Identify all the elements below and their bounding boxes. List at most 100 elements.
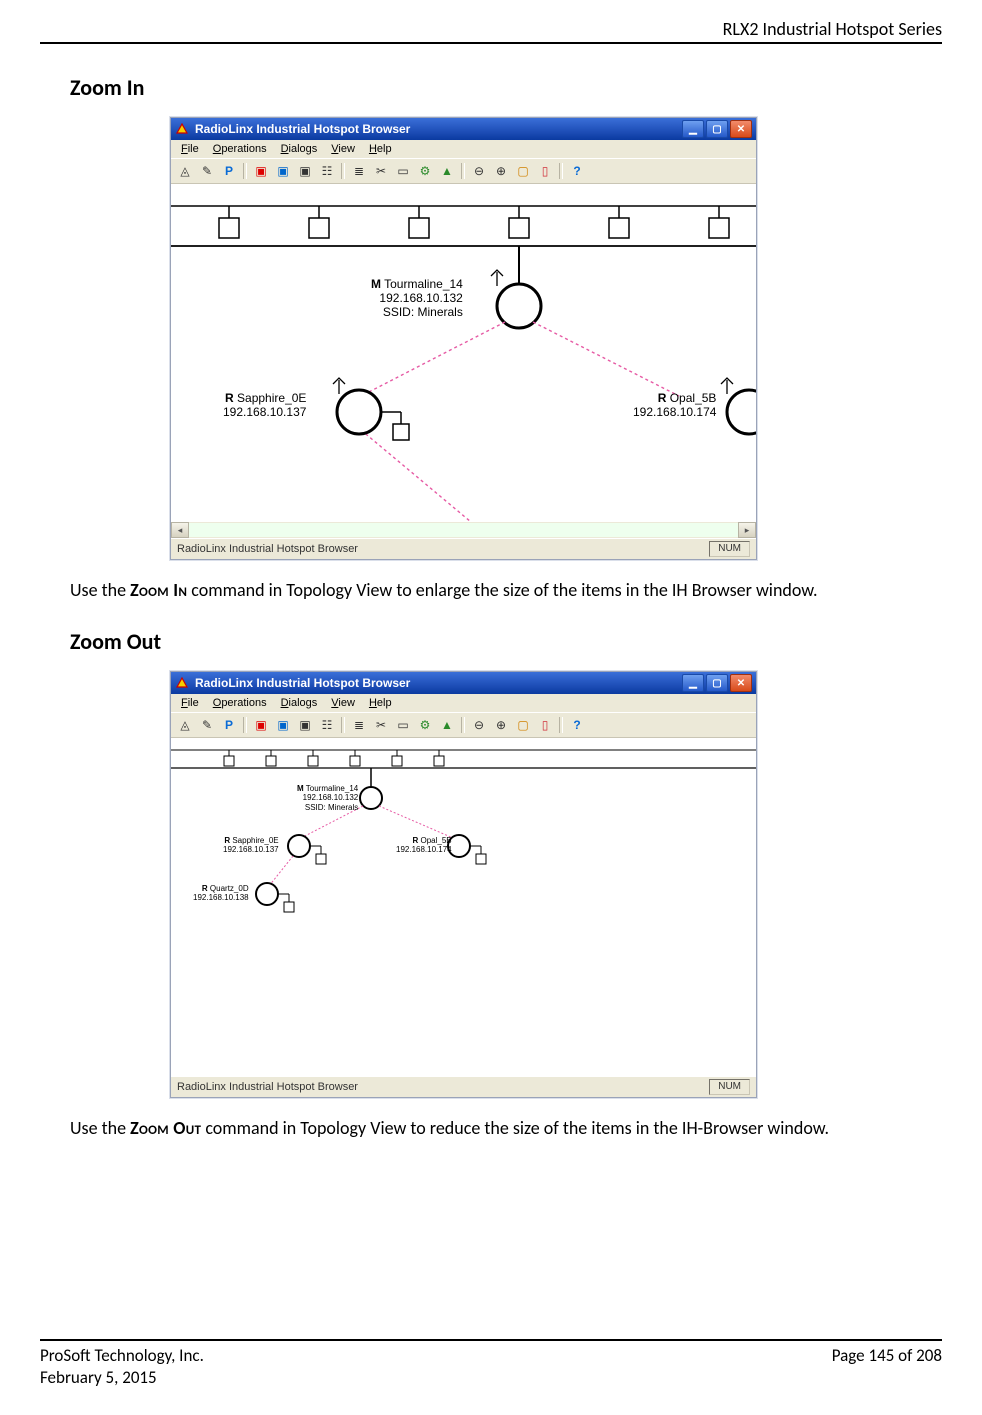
menu-operations[interactable]: Operations <box>213 143 267 155</box>
node-marker: R <box>658 391 667 405</box>
node-name: Sapphire_0E <box>232 836 278 845</box>
menu-help[interactable]: Help <box>369 143 392 155</box>
scrollbar[interactable]: ◂ ▸ <box>171 522 756 538</box>
node-name: Tourmaline_14 <box>384 277 463 291</box>
topology-canvas[interactable]: M Tourmaline_14 192.168.10.132 SSID: Min… <box>171 184 756 522</box>
node-name: Opal_5B <box>670 391 717 405</box>
toolbar-icon[interactable]: ◬ <box>177 717 193 733</box>
node-ip: 192.168.10.137 <box>223 405 306 419</box>
menu-dialogs[interactable]: Dialogs <box>281 143 318 155</box>
running-header: RLX2 Industrial Hotspot Series <box>40 18 942 42</box>
toolbar-icon[interactable]: ▯ <box>537 163 553 179</box>
node-marker: R <box>202 884 208 893</box>
toolbar-icon[interactable]: ▣ <box>297 163 313 179</box>
help-icon[interactable]: ? <box>569 717 585 733</box>
header-rule <box>40 42 942 44</box>
window-close-button[interactable]: ✕ <box>730 120 752 138</box>
node-ip: 192.168.10.174 <box>396 845 452 854</box>
window-title: RadioLinx Industrial Hotspot Browser <box>195 122 410 136</box>
screenshot-zoom-out: RadioLinx Industrial Hotspot Browser ▁ ▢… <box>170 671 757 1098</box>
toolbar-icon[interactable]: ☷ <box>319 163 335 179</box>
toolbar-icon[interactable]: ◬ <box>177 163 193 179</box>
node-name: Sapphire_0E <box>237 391 306 405</box>
status-text: RadioLinx Industrial Hotspot Browser <box>177 1081 358 1093</box>
menu-file[interactable]: File <box>181 143 199 155</box>
toolbar-icon[interactable]: ≣ <box>351 717 367 733</box>
menu-file[interactable]: File <box>181 697 199 709</box>
toolbar: ◬ ✎ P ▣ ▣ ▣ ☷ ≣ ✂ ▭ ⚙ ▲ ⊖ ⊕ ▢ ▯ ? <box>171 712 756 738</box>
footer-page: Page 145 of 208 <box>832 1345 942 1389</box>
node-name: Tourmaline_14 <box>306 784 358 793</box>
toolbar-icon[interactable]: ▭ <box>395 717 411 733</box>
window-minimize-button[interactable]: ▁ <box>682 674 704 692</box>
toolbar-icon[interactable]: ▣ <box>297 717 313 733</box>
toolbar-icon[interactable]: ▲ <box>439 163 455 179</box>
zoom-out-paragraph: Use the Zoom Out command in Topology Vie… <box>70 1116 912 1140</box>
menubar: File Operations Dialogs View Help <box>171 140 756 158</box>
node-ip: 192.168.10.132 <box>379 291 462 305</box>
window-maximize-button[interactable]: ▢ <box>706 674 728 692</box>
zoom-out-icon[interactable]: ⊖ <box>471 717 487 733</box>
node-marker: R <box>225 391 234 405</box>
toolbar-icon[interactable]: ✎ <box>199 163 215 179</box>
footer-company: ProSoft Technology, Inc. <box>40 1345 204 1366</box>
statusbar: RadioLinx Industrial Hotspot Browser NUM <box>171 538 756 559</box>
menubar: File Operations Dialogs View Help <box>171 694 756 712</box>
toolbar-icon[interactable]: ▣ <box>253 717 269 733</box>
footer-date: February 5, 2015 <box>40 1367 157 1388</box>
toolbar-icon[interactable]: ✂ <box>373 163 389 179</box>
page-footer: ProSoft Technology, Inc. February 5, 201… <box>40 1339 942 1389</box>
scroll-right-button[interactable]: ▸ <box>738 522 756 538</box>
window-title: RadioLinx Industrial Hotspot Browser <box>195 676 410 690</box>
window-titlebar: RadioLinx Industrial Hotspot Browser ▁ ▢… <box>171 118 756 140</box>
node-ssid: SSID: Minerals <box>305 803 358 812</box>
toolbar-icon[interactable]: ▢ <box>515 163 531 179</box>
toolbar-icon[interactable]: ✎ <box>199 717 215 733</box>
toolbar-icon[interactable]: ▯ <box>537 717 553 733</box>
node-name: Opal_5B <box>420 836 451 845</box>
toolbar-icon[interactable]: P <box>221 717 237 733</box>
zoom-in-paragraph: Use the Zoom In command in Topology View… <box>70 578 912 602</box>
toolbar-icon[interactable]: ⚙ <box>417 717 433 733</box>
topology-canvas[interactable]: M Tourmaline_14 192.168.10.132 SSID: Min… <box>171 738 756 1076</box>
toolbar-icon[interactable]: ▭ <box>395 163 411 179</box>
toolbar-icon[interactable]: ▣ <box>275 163 291 179</box>
status-num: NUM <box>709 541 750 557</box>
toolbar-icon[interactable]: ▢ <box>515 717 531 733</box>
help-icon[interactable]: ? <box>569 163 585 179</box>
window-close-button[interactable]: ✕ <box>730 674 752 692</box>
toolbar-icon[interactable]: P <box>221 163 237 179</box>
screenshot-zoom-in: RadioLinx Industrial Hotspot Browser ▁ ▢… <box>170 117 757 560</box>
status-text: RadioLinx Industrial Hotspot Browser <box>177 543 358 555</box>
scroll-left-button[interactable]: ◂ <box>171 522 189 538</box>
heading-zoom-out: Zoom Out <box>70 628 912 655</box>
node-ip: 192.168.10.138 <box>193 893 249 902</box>
menu-view[interactable]: View <box>331 143 355 155</box>
toolbar-icon[interactable]: ▣ <box>275 717 291 733</box>
zoom-in-icon[interactable]: ⊕ <box>493 717 509 733</box>
node-name: Quartz_0D <box>210 884 249 893</box>
toolbar-icon[interactable]: ≣ <box>351 163 367 179</box>
menu-dialogs[interactable]: Dialogs <box>281 697 318 709</box>
menu-view[interactable]: View <box>331 697 355 709</box>
status-num: NUM <box>709 1079 750 1095</box>
node-marker: M <box>371 277 381 291</box>
toolbar-icon[interactable]: ✂ <box>373 717 389 733</box>
node-ip: 192.168.10.132 <box>303 793 359 802</box>
node-marker: R <box>412 836 418 845</box>
menu-help[interactable]: Help <box>369 697 392 709</box>
toolbar-icon[interactable]: ⚙ <box>417 163 433 179</box>
toolbar-icon[interactable]: ☷ <box>319 717 335 733</box>
menu-operations[interactable]: Operations <box>213 697 267 709</box>
zoom-out-icon[interactable]: ⊖ <box>471 163 487 179</box>
node-marker: R <box>224 836 230 845</box>
toolbar-icon[interactable]: ▣ <box>253 163 269 179</box>
window-maximize-button[interactable]: ▢ <box>706 120 728 138</box>
node-marker: M <box>297 784 304 793</box>
toolbar-icon[interactable]: ▲ <box>439 717 455 733</box>
window-minimize-button[interactable]: ▁ <box>682 120 704 138</box>
node-ip: 192.168.10.137 <box>223 845 279 854</box>
zoom-in-icon[interactable]: ⊕ <box>493 163 509 179</box>
node-ip: 192.168.10.174 <box>633 405 716 419</box>
window-titlebar: RadioLinx Industrial Hotspot Browser ▁ ▢… <box>171 672 756 694</box>
